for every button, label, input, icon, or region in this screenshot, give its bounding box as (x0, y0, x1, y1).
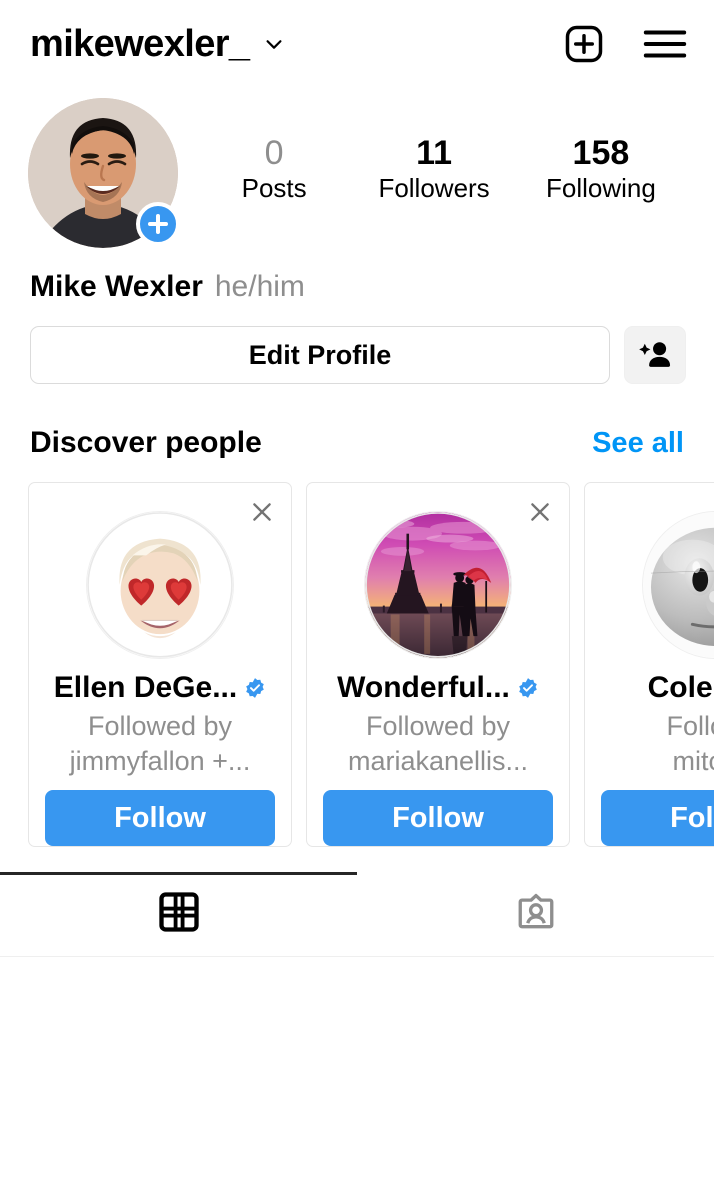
card-username: Ellen DeGe... (53, 670, 238, 704)
ellen-memoji-avatar (86, 511, 234, 659)
tagged-person-icon (515, 891, 557, 938)
full-name: Mike Wexler (30, 270, 203, 303)
discover-cards-scroller[interactable]: Ellen DeGe... Followed by jimmyfallon +.… (0, 482, 714, 852)
card-subtitle-line2: jimmyfallon +... (69, 746, 251, 777)
followers-label: Followers (378, 173, 490, 204)
following-count: 158 (572, 134, 630, 172)
username-label: mikewexler_ (30, 23, 250, 65)
tab-tagged[interactable] (357, 872, 714, 956)
grid-icon (158, 891, 199, 937)
tab-grid[interactable] (0, 872, 357, 956)
followers-count: 11 (416, 134, 453, 172)
pronouns: he/him (214, 270, 305, 303)
follow-button[interactable]: Follow (323, 790, 553, 846)
profile-tabbar (0, 872, 714, 957)
profile-summary: 0 Posts 11 Followers 158 Following (0, 88, 714, 248)
close-x-icon[interactable] (247, 497, 277, 527)
card-subtitle-line2: mariakanellis... (347, 746, 529, 777)
follow-button[interactable]: Follow (45, 790, 275, 846)
add-person-icon (638, 339, 672, 372)
active-tab-indicator (0, 872, 357, 875)
posts-label: Posts (241, 173, 307, 204)
plus-square-icon[interactable] (562, 22, 606, 66)
edit-profile-button[interactable]: Edit Profile (30, 326, 610, 384)
card-subtitle-line1: Followed by (87, 710, 233, 741)
header-actions (562, 22, 688, 66)
gray-face-avatar (642, 511, 714, 659)
follow-button[interactable]: Follow (601, 790, 714, 846)
card-subtitle: Followed by mariakanellis... (323, 709, 553, 780)
posts-grid-area (0, 958, 714, 1200)
discover-card[interactable]: Ellen DeGe... Followed by jimmyfallon +.… (28, 482, 292, 847)
verified-badge-icon (517, 677, 539, 699)
hamburger-menu-icon[interactable] (642, 24, 688, 64)
verified-badge-icon (244, 677, 266, 699)
close-x-icon[interactable] (525, 497, 555, 527)
name-row: Mike Wexler he/him (0, 248, 714, 304)
discover-title: Discover people (30, 426, 262, 459)
discover-card[interactable]: Cole Be... Follow... mitch... Follow (584, 482, 714, 847)
account-switcher[interactable]: mikewexler_ (30, 25, 285, 63)
card-username: Wonderful... (337, 670, 510, 704)
card-subtitle: Follow... mitch... (601, 709, 714, 780)
stats-row: 0 Posts 11 Followers 158 Following (178, 98, 688, 204)
following-label: Following (545, 173, 656, 204)
card-username: Cole Be... (647, 670, 714, 704)
card-name-row: Wonderful... (323, 671, 553, 705)
card-subtitle-line1: Followed by (365, 710, 511, 741)
profile-actions: Edit Profile (0, 304, 714, 384)
top-header: mikewexler_ (0, 0, 714, 88)
posts-count: 0 (264, 134, 284, 172)
card-subtitle: Followed by jimmyfallon +... (45, 709, 275, 780)
discover-people-toggle-button[interactable] (624, 326, 686, 384)
discover-card[interactable]: Wonderful... Followed by mariakanellis..… (306, 482, 570, 847)
stat-following[interactable]: 158 Following (546, 134, 656, 204)
stat-posts[interactable]: 0 Posts (226, 134, 322, 204)
card-name-row: Cole Be... (601, 671, 714, 705)
paris-eiffel-tower-avatar (364, 511, 512, 659)
card-name-row: Ellen DeGe... (45, 671, 275, 705)
see-all-link[interactable]: See all (592, 427, 684, 460)
stat-followers[interactable]: 11 Followers (378, 134, 489, 204)
card-subtitle-line2: mitch... (672, 746, 714, 777)
discover-header: Discover people See all (0, 384, 714, 460)
add-story-button[interactable] (136, 202, 180, 246)
chevron-down-icon[interactable] (263, 33, 285, 55)
avatar-container[interactable] (28, 98, 180, 248)
card-subtitle-line1: Follow... (666, 710, 714, 741)
